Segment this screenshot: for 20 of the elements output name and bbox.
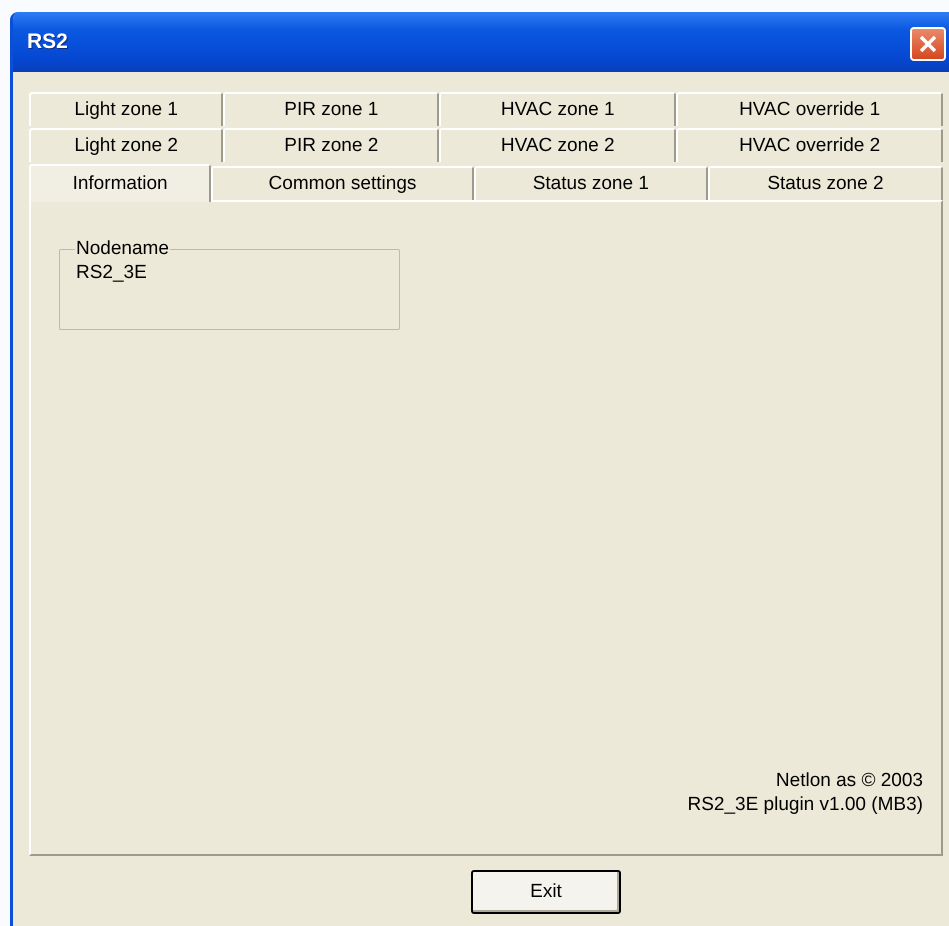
footer-text: RS2_3E plugin v1.00 (MB3) <box>687 794 923 816</box>
exit-button[interactable]: Exit <box>471 870 621 914</box>
tab[interactable]: HVAC override 2 <box>676 128 943 162</box>
tab[interactable]: HVAC override 1 <box>676 92 943 126</box>
close-button[interactable] <box>910 27 946 61</box>
tab[interactable]: PIR zone 1 <box>223 92 440 126</box>
tab[interactable]: Status zone 1 <box>474 166 708 200</box>
tab[interactable]: HVAC zone 1 <box>439 92 676 126</box>
tab[interactable]: Common settings <box>211 166 474 200</box>
close-icon <box>918 34 938 54</box>
nodename-value: RS2_3E <box>76 262 147 283</box>
footer-text: Netlon as © 2003 <box>776 770 923 792</box>
group-label: Nodename <box>75 238 170 260</box>
tab[interactable]: Status zone 2 <box>708 166 943 200</box>
tab[interactable]: Light zone 1 <box>29 92 224 126</box>
tab[interactable]: PIR zone 2 <box>223 128 440 162</box>
window-title: RS2 <box>27 30 68 54</box>
tab[interactable]: Information <box>29 164 212 202</box>
tab[interactable]: HVAC zone 2 <box>439 128 676 162</box>
tab[interactable]: Light zone 2 <box>29 128 224 162</box>
